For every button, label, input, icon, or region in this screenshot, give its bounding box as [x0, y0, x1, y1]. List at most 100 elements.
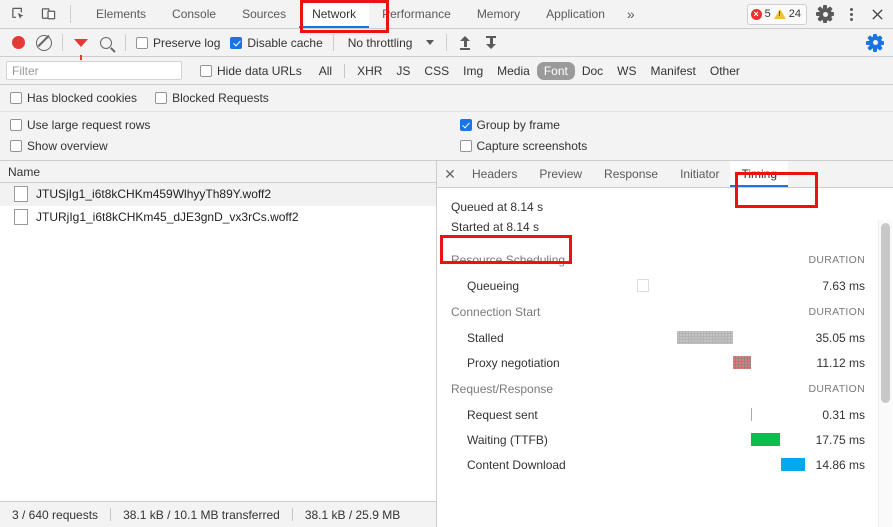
- import-har-icon[interactable]: [453, 31, 477, 55]
- tab-application-label: Application: [546, 7, 605, 21]
- filter-bar: Hide data URLs All XHR JS CSS Img Media …: [0, 57, 893, 85]
- request-name: JTURjIg1_i6t8kCHKm45_dJE3gnD_vx3rCs.woff…: [36, 210, 299, 224]
- record-icon[interactable]: [6, 31, 30, 55]
- issues-badge[interactable]: × 5 24: [747, 4, 807, 25]
- show-overview-checkbox[interactable]: Show overview: [6, 139, 438, 153]
- preserve-log-box: [136, 37, 148, 49]
- tab-performance-label: Performance: [382, 7, 451, 21]
- type-filter-manifest[interactable]: Manifest: [644, 62, 703, 80]
- hide-data-urls-checkbox[interactable]: Hide data URLs: [196, 64, 306, 78]
- tab-application[interactable]: Application: [533, 0, 618, 28]
- type-filter-all[interactable]: All: [312, 62, 339, 80]
- group-by-frame-checkbox[interactable]: Group by frame: [456, 118, 888, 132]
- type-filter-css[interactable]: CSS: [417, 62, 456, 80]
- timing-group-label: Resource Scheduling: [451, 253, 565, 267]
- tab-response[interactable]: Response: [593, 161, 669, 187]
- main-toolbar: Elements Console Sources Network Perform…: [0, 0, 893, 29]
- type-filter-xhr[interactable]: XHR: [350, 62, 389, 80]
- tab-preview[interactable]: Preview: [528, 161, 593, 187]
- large-rows-label: Use large request rows: [27, 118, 150, 132]
- timing-row-queueing: Queueing 7.63 ms: [437, 273, 893, 298]
- queued-at-text: Queued at 8.14 s: [437, 200, 893, 217]
- tab-elements[interactable]: Elements: [83, 0, 159, 28]
- netbar-divider-3: [333, 34, 334, 51]
- tab-console[interactable]: Console: [159, 0, 229, 28]
- chevron-down-icon: [426, 40, 434, 45]
- type-filter-media[interactable]: Media: [490, 62, 537, 80]
- large-rows-checkbox[interactable]: Use large request rows: [6, 118, 438, 132]
- more-tabs-icon[interactable]: »: [618, 0, 644, 28]
- status-requests: 3 / 640 requests: [0, 508, 110, 522]
- devtools-settings-gear-icon[interactable]: [813, 2, 837, 26]
- timing-bar-zone: [637, 408, 805, 421]
- more-tabs-label: »: [627, 6, 635, 22]
- capture-screenshots-checkbox[interactable]: Capture screenshots: [456, 139, 888, 153]
- settings-column-right: Group by frame Capture screenshots: [444, 115, 893, 156]
- throttling-dropdown[interactable]: No throttling: [340, 36, 441, 50]
- font-file-icon: [14, 186, 28, 202]
- inspect-element-icon[interactable]: [6, 2, 30, 26]
- request-list[interactable]: JTUSjIg1_i6t8kCHKm459WlhyyTh89Y.woff2 JT…: [0, 183, 436, 501]
- timing-bar-zone: [637, 331, 805, 344]
- settings-columns: Use large request rows Show overview Gro…: [0, 112, 893, 160]
- timing-row-stalled: Stalled 35.05 ms: [437, 325, 893, 350]
- resource-type-filters: All XHR JS CSS Img Media Font Doc WS Man…: [312, 62, 747, 80]
- request-detail-pane: ✕ Headers Preview Response Initiator Tim…: [437, 161, 893, 527]
- type-filter-other[interactable]: Other: [703, 62, 747, 80]
- table-row[interactable]: JTURjIg1_i6t8kCHKm45_dJE3gnD_vx3rCs.woff…: [0, 206, 436, 229]
- tab-network[interactable]: Network: [299, 0, 369, 28]
- type-filter-ws[interactable]: WS: [610, 62, 643, 80]
- timing-bar-zone: [637, 279, 805, 292]
- timing-row-label: Queueing: [467, 279, 637, 293]
- table-row[interactable]: JTUSjIg1_i6t8kCHKm459WlhyyTh89Y.woff2: [0, 183, 436, 206]
- close-detail-icon[interactable]: ✕: [439, 161, 461, 187]
- font-file-icon: [14, 209, 28, 225]
- status-bar: 3 / 640 requests 38.1 kB / 10.1 MB trans…: [0, 501, 436, 527]
- has-blocked-cookies-checkbox[interactable]: Has blocked cookies: [6, 91, 141, 105]
- timing-panel: Queued at 8.14 s Started at 8.14 s Resou…: [437, 188, 893, 527]
- tab-initiator-label: Initiator: [680, 167, 719, 181]
- filter-funnel-icon[interactable]: [69, 31, 93, 55]
- has-blocked-cookies-label: Has blocked cookies: [27, 91, 137, 105]
- blocked-requests-box: [155, 92, 167, 104]
- close-icon[interactable]: [865, 2, 889, 26]
- timing-bar-zone: [637, 458, 805, 471]
- timing-bar-ttfb: [751, 433, 780, 446]
- large-rows-box: [10, 119, 22, 131]
- tab-timing-label: Timing: [741, 167, 777, 181]
- filter-input[interactable]: [6, 61, 182, 80]
- request-list-pane: Name JTUSjIg1_i6t8kCHKm459WlhyyTh89Y.wof…: [0, 161, 437, 527]
- timing-row-label: Content Download: [467, 458, 637, 472]
- tab-initiator[interactable]: Initiator: [669, 161, 730, 187]
- network-settings-gear-icon[interactable]: [863, 31, 887, 55]
- export-har-icon[interactable]: [479, 31, 503, 55]
- search-icon[interactable]: [95, 31, 119, 55]
- inspect-tools-group: [0, 0, 79, 28]
- timing-row-label: Proxy negotiation: [467, 356, 637, 370]
- capture-screenshots-box: [460, 140, 472, 152]
- disable-cache-checkbox[interactable]: Disable cache: [226, 36, 326, 50]
- timing-row-waiting-ttfb: Waiting (TTFB) 17.75 ms: [437, 427, 893, 452]
- blocked-requests-checkbox[interactable]: Blocked Requests: [151, 91, 273, 105]
- type-filter-js[interactable]: JS: [389, 62, 417, 80]
- tab-timing[interactable]: Timing: [730, 161, 788, 187]
- tab-memory[interactable]: Memory: [464, 0, 533, 28]
- network-toolbar: Preserve log Disable cache No throttling: [0, 29, 893, 57]
- type-filter-font[interactable]: Font: [537, 62, 575, 80]
- device-toolbar-icon[interactable]: [36, 2, 60, 26]
- network-settings-pane: Has blocked cookies Blocked Requests Use…: [0, 85, 893, 161]
- devtools-window: Elements Console Sources Network Perform…: [0, 0, 893, 527]
- tab-sources[interactable]: Sources: [229, 0, 299, 28]
- type-filter-doc[interactable]: Doc: [575, 62, 610, 80]
- error-icon: ×: [751, 9, 762, 20]
- request-name: JTUSjIg1_i6t8kCHKm459WlhyyTh89Y.woff2: [36, 187, 271, 201]
- tab-headers[interactable]: Headers: [461, 161, 528, 187]
- tab-performance[interactable]: Performance: [369, 0, 464, 28]
- timing-scrollbar-thumb[interactable]: [881, 223, 890, 403]
- kebab-menu-icon[interactable]: [839, 2, 863, 26]
- timing-scrollbar[interactable]: [878, 220, 892, 527]
- tab-headers-label: Headers: [472, 167, 517, 181]
- type-filter-img[interactable]: Img: [456, 62, 490, 80]
- preserve-log-checkbox[interactable]: Preserve log: [132, 36, 224, 50]
- clear-icon[interactable]: [32, 31, 56, 55]
